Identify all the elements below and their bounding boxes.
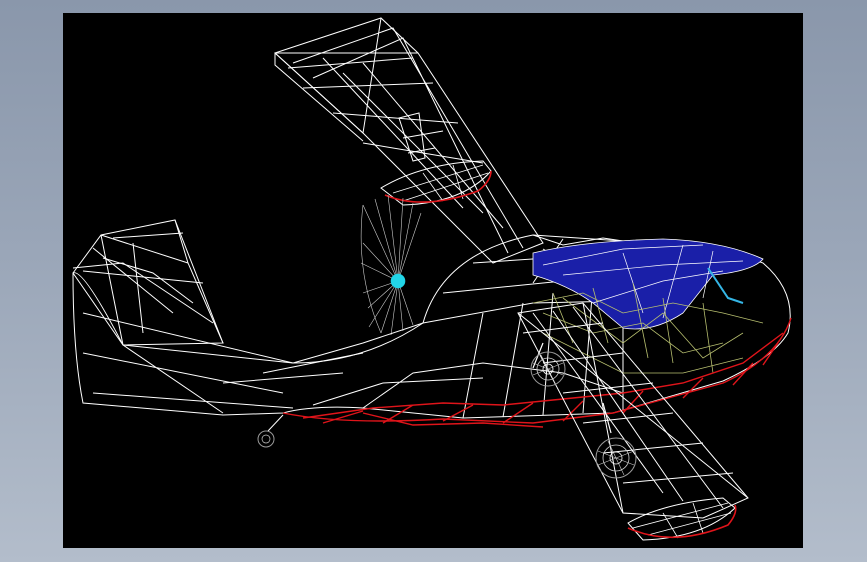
hull-bottom (282, 317, 792, 428)
tail-fin (72, 219, 224, 346)
canopy (532, 238, 764, 330)
landing-gear (257, 342, 637, 479)
propeller-disc (360, 194, 422, 336)
near-float (627, 497, 737, 541)
far-wing (274, 17, 544, 264)
aircraft-wireframe-icon (72, 17, 792, 541)
cad-viewport[interactable] (63, 13, 803, 548)
